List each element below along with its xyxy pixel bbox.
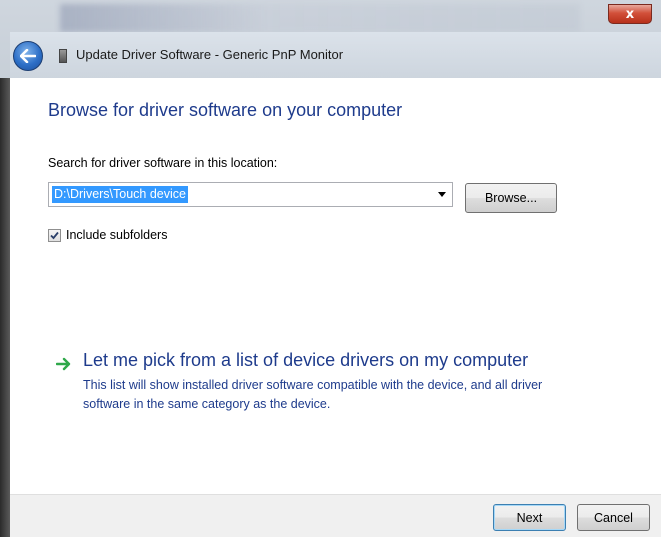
checkmark-icon bbox=[50, 231, 59, 240]
next-button[interactable]: Next bbox=[493, 504, 566, 531]
page-title: Browse for driver software on your compu… bbox=[48, 100, 403, 120]
search-location-label: Search for driver software in this locat… bbox=[48, 156, 278, 170]
cancel-button[interactable]: Cancel bbox=[577, 504, 650, 531]
browse-button[interactable]: Browse... bbox=[465, 183, 557, 213]
close-icon: x bbox=[625, 6, 635, 22]
back-arrow-icon bbox=[20, 49, 36, 63]
pick-from-list-link[interactable]: Let me pick from a list of device driver… bbox=[83, 350, 528, 371]
green-arrow-icon[interactable] bbox=[56, 357, 72, 371]
window-left-edge bbox=[0, 78, 10, 537]
pick-from-list-description: This list will show installed driver sof… bbox=[83, 378, 543, 411]
background-window-title-blur bbox=[60, 4, 580, 32]
chevron-down-icon[interactable] bbox=[438, 192, 446, 197]
include-subfolders-checkbox[interactable] bbox=[48, 229, 61, 242]
back-button[interactable] bbox=[13, 41, 43, 71]
device-icon bbox=[59, 49, 67, 63]
location-input-value[interactable]: D:\Drivers\Touch device bbox=[52, 186, 188, 203]
window-title: Update Driver Software - Generic PnP Mon… bbox=[76, 47, 344, 62]
wizard-content bbox=[10, 78, 661, 494]
include-subfolders-label[interactable]: Include subfolders bbox=[66, 228, 167, 242]
close-button[interactable]: x bbox=[608, 4, 652, 24]
location-combobox[interactable]: D:\Drivers\Touch device bbox=[48, 182, 453, 207]
